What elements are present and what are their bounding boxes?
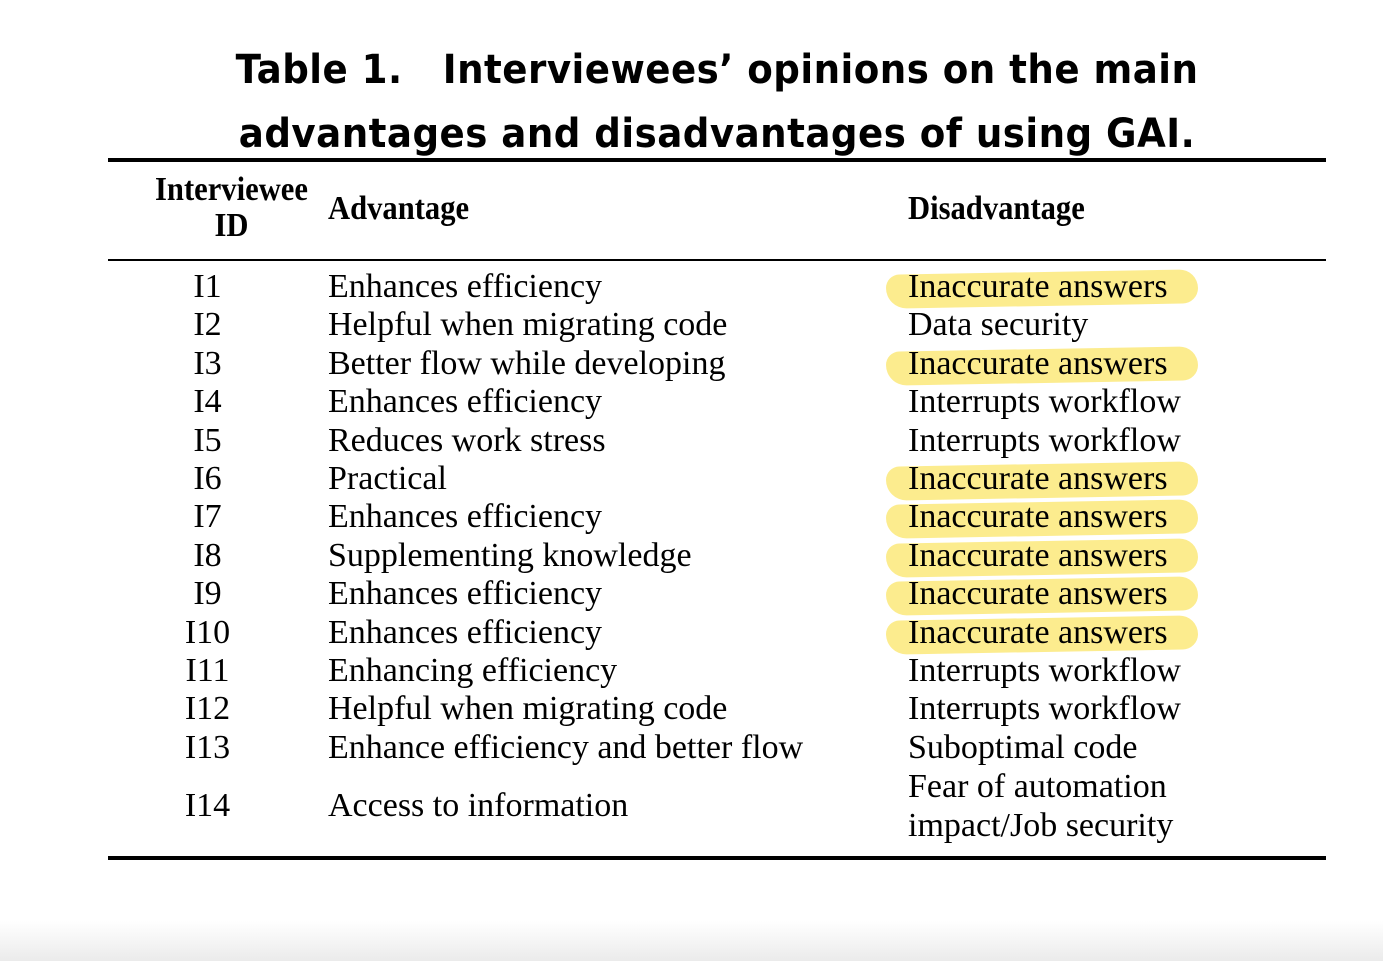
cell-interviewee-id: I11 [185,651,230,689]
cell-interviewee-id: I6 [193,459,222,497]
table-caption: Table 1. Interviewees’ opinions on the m… [151,38,1284,166]
cell-disadvantage: Inaccurate answers [886,459,1198,501]
bottom-rule [108,856,1326,860]
disadvantage-text: Data security [908,306,1089,344]
cell-disadvantage: Data security [908,306,1088,344]
header-advantage: Advantage [328,190,470,227]
disadvantage-text: Inaccurate answers [908,498,1168,536]
cell-disadvantage: Interrupts workflow [908,652,1181,690]
cell-advantage: Supplementing knowledge [328,536,692,574]
cell-disadvantage: Inaccurate answers [886,268,1198,309]
table-row: I5 Reduces work stress Interrupts workflow [0,422,1383,460]
cell-disadvantage: Suboptimal code [908,729,1137,767]
table-row: I11 Enhancing efficiency Interrupts workfl… [0,652,1383,690]
cell-interviewee-id: I13 [184,728,231,766]
cell-interviewee-id: I5 [193,421,222,459]
cell-advantage: Enhances efficiency [328,613,603,651]
cell-advantage: Better flow while developing [328,344,726,382]
table-body: I1 Enhances efficiency Inaccurate answers I… [0,268,1383,845]
disadvantage-text: Interrupts workflow [908,651,1181,689]
header-id-line-1: Interviewee [155,171,308,208]
table-row: I7 Enhances efficiency Inaccurate answers [0,498,1383,540]
top-rule [108,158,1326,162]
page-bottom-shadow [0,921,1383,961]
cell-disadvantage: Inaccurate answers [886,498,1198,540]
table-row: I6 Practical Inaccurate answers [0,459,1383,501]
caption-line-1: Table 1. Interviewees’ opinions on the m… [235,47,1199,93]
cell-disadvantage: Interrupts workflow [908,690,1181,728]
disadvantage-text: Inaccurate answers [908,536,1168,574]
cell-interviewee-id: I1 [193,268,222,305]
table-row: I9 Enhances efficiency Inaccurate answers [0,575,1383,616]
cell-advantage: Reduces work stress [328,421,606,459]
cell-interviewee-id: I14 [184,787,231,825]
cell-advantage: Enhances efficiency [328,268,603,305]
header-id-line-2: ID [214,207,249,244]
header-disadvantage: Disadvantage [908,190,1085,227]
cell-disadvantage: Inaccurate answers [886,613,1198,655]
disadvantage-text: Fear of automation impact/Job security [908,768,1174,845]
table-row: I8 Supplementing knowledge Inaccurate answ… [0,536,1383,578]
cell-interviewee-id: I4 [193,383,222,421]
cell-interviewee-id: I2 [193,306,222,344]
caption-line-2: advantages and disadvantages of using GA… [238,111,1196,157]
cell-advantage: Enhances efficiency [328,575,603,613]
disadvantage-text: Interrupts workflow [908,421,1181,459]
cell-advantage: Enhances efficiency [328,498,603,536]
table-row: I3 Better flow while developing Inaccurate… [0,344,1383,386]
header-rule [108,259,1326,261]
cell-advantage: Enhancing efficiency [328,651,618,689]
cell-advantage: Helpful when migrating code [328,306,728,344]
disadvantage-text: Interrupts workflow [908,690,1181,728]
table-row: I13 Enhance efficiency and better flow Sub… [0,729,1383,767]
disadvantage-text: Inaccurate answers [908,613,1168,651]
cell-disadvantage: Inaccurate answers [886,575,1198,616]
cell-disadvantage: Interrupts workflow [908,422,1181,460]
cell-disadvantage: Inaccurate answers [886,344,1198,386]
cell-disadvantage: Fear of automation impact/Job security [908,767,1238,845]
cell-interviewee-id: I9 [193,575,222,613]
disadvantage-text: Inaccurate answers [908,575,1168,613]
disadvantage-text: Suboptimal code [908,728,1138,766]
cell-interviewee-id: I8 [193,536,222,574]
header-interviewee-id: Interviewee ID [135,172,329,244]
cell-disadvantage: Inaccurate answers [886,536,1198,578]
cell-advantage: Enhances efficiency [328,383,603,421]
cell-advantage: Helpful when migrating code [328,690,728,728]
table-row: I10 Enhances efficiency Inaccurate answers [0,613,1383,655]
disadvantage-text: Interrupts workflow [908,383,1181,421]
cell-disadvantage: Interrupts workflow [908,383,1181,421]
cell-interviewee-id: I7 [193,498,222,536]
table-row: I14 Access to information Fear of automati… [0,767,1383,845]
cell-interviewee-id: I10 [184,613,231,651]
cell-advantage: Enhance efficiency and better flow [328,728,804,766]
cell-advantage: Practical [328,459,447,497]
disadvantage-text: Inaccurate answers [908,268,1168,305]
table-row: I1 Enhances efficiency Inaccurate answers [0,268,1383,309]
table-row: I2 Helpful when migrating code Data securi… [0,306,1383,344]
cell-interviewee-id: I3 [193,344,222,382]
disadvantage-text: Inaccurate answers [908,459,1168,497]
cell-advantage: Access to information [328,787,629,825]
table-row: I12 Helpful when migrating code Interrupts… [0,690,1383,728]
disadvantage-text: Inaccurate answers [908,344,1168,382]
table-row: I4 Enhances efficiency Interrupts workflow [0,383,1383,421]
cell-interviewee-id: I12 [184,690,231,728]
